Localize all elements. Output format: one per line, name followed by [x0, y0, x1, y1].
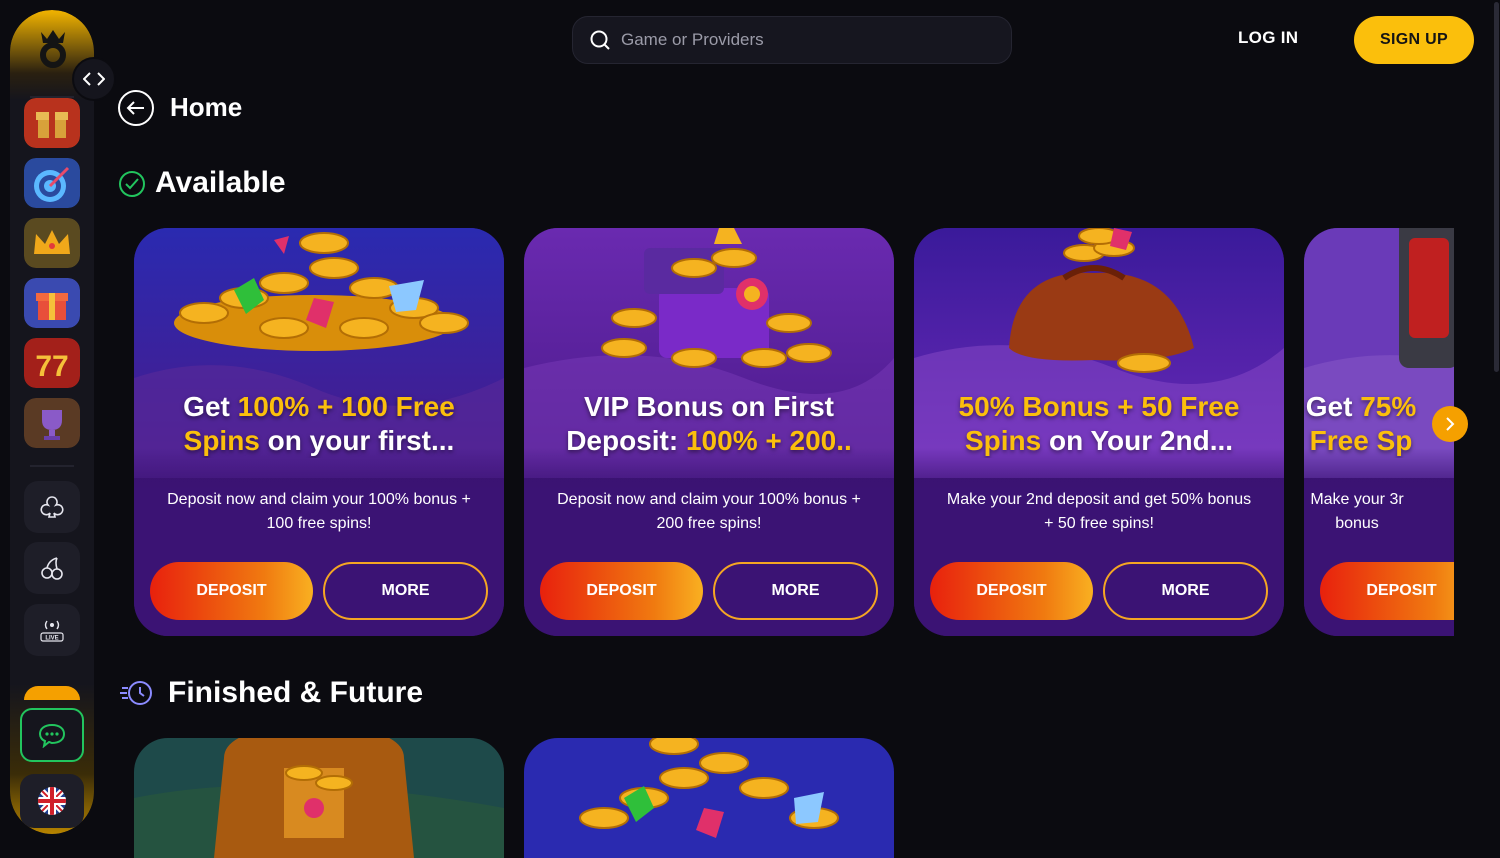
svg-text:LIVE: LIVE	[45, 636, 58, 642]
sidebar-item-promotions[interactable]	[24, 98, 80, 148]
treasure-chest-art	[134, 738, 504, 858]
more-button[interactable]: MORE	[713, 562, 878, 620]
search-input[interactable]	[621, 30, 981, 50]
more-button[interactable]: MORE	[323, 562, 488, 620]
gift-box-icon	[24, 98, 80, 148]
target-icon	[24, 158, 80, 208]
sidebar-item-tournaments[interactable]	[24, 398, 80, 448]
uk-flag-icon	[38, 787, 66, 815]
card-description: Make your 3r bonus	[1310, 491, 1404, 532]
coins-gems-art	[524, 738, 894, 858]
sidebar: 77 LIVE	[10, 10, 94, 834]
bonus-card: Get 100% + 100 Free Spins on your first.…	[134, 228, 504, 636]
more-button[interactable]: MORE	[1103, 562, 1268, 620]
bonus-carousel: Get 100% + 100 Free Spins on your first.…	[134, 228, 1454, 638]
card-title: 50% Bonus + 50 Free Spins on Your 2nd...	[958, 391, 1240, 456]
sidebar-toggle-button[interactable]	[72, 57, 116, 101]
live-icon: LIVE	[40, 620, 64, 642]
lucky-seven-icon: 77	[24, 338, 80, 388]
check-circle-icon	[119, 171, 145, 197]
bonus-card: Get 75% Free Sp Make your 3r bonus DEPOSI…	[1304, 228, 1454, 636]
sidebar-item-live[interactable]: LIVE	[24, 604, 80, 656]
card-description: Make your 2nd deposit and get 50% bonus …	[946, 491, 1252, 532]
deposit-button[interactable]: DEPOSIT	[1320, 562, 1454, 620]
signup-button[interactable]: SIGN UP	[1354, 16, 1474, 64]
sidebar-item-vip[interactable]	[24, 218, 80, 268]
back-button[interactable]	[118, 90, 154, 126]
sidebar-item-bonuses[interactable]	[24, 278, 80, 328]
scrollbar-thumb[interactable]	[1494, 2, 1499, 372]
bonus-card: VIP Bonus on First Deposit: 100% + 200..…	[524, 228, 894, 636]
fast-clock-icon	[120, 681, 152, 705]
page-scrollbar[interactable]	[1492, 0, 1500, 844]
deposit-button[interactable]: DEPOSIT	[540, 562, 703, 620]
finished-bonus-card[interactable]	[134, 738, 504, 858]
chat-button[interactable]	[20, 708, 84, 762]
card-title: Get 100% + 100 Free Spins on your first.…	[183, 391, 455, 456]
present-icon	[24, 278, 80, 328]
section-title-finished: Finished & Future	[168, 676, 423, 709]
sidebar-item-slots[interactable]: 77	[24, 338, 80, 388]
language-selector[interactable]	[20, 774, 84, 828]
chevron-right-icon	[1446, 417, 1455, 431]
club-icon	[40, 496, 64, 518]
section-title-available: Available	[155, 166, 286, 199]
search-icon	[590, 30, 610, 50]
future-bonus-card[interactable]	[524, 738, 894, 858]
cherry-icon	[41, 557, 63, 580]
chat-bubble-icon	[38, 723, 66, 748]
search-bar[interactable]	[572, 16, 1012, 64]
crown-icon	[24, 218, 80, 268]
code-brackets-icon	[83, 72, 105, 86]
page-title: Home	[170, 92, 243, 122]
card-description: Deposit now and claim your 100% bonus + …	[557, 491, 861, 532]
carousel-next-button[interactable]	[1432, 406, 1468, 442]
card-title: VIP Bonus on First Deposit: 100% + 200..	[566, 391, 852, 456]
crown-logo-icon[interactable]	[36, 28, 70, 68]
sidebar-item-target[interactable]	[24, 158, 80, 208]
sidebar-item-partial[interactable]	[24, 686, 80, 700]
divider	[30, 465, 74, 467]
sidebar-item-poker[interactable]	[24, 481, 80, 533]
login-button[interactable]: LOG IN	[1238, 28, 1298, 48]
arrow-left-icon	[126, 101, 144, 115]
deposit-button[interactable]: DEPOSIT	[150, 562, 313, 620]
card-description: Deposit now and claim your 100% bonus + …	[167, 491, 471, 532]
svg-text:77: 77	[35, 350, 68, 383]
sidebar-item-fruits[interactable]	[24, 542, 80, 594]
trophy-icon	[24, 398, 80, 448]
deposit-button[interactable]: DEPOSIT	[930, 562, 1093, 620]
bonus-card: 50% Bonus + 50 Free Spins on Your 2nd...…	[914, 228, 1284, 636]
